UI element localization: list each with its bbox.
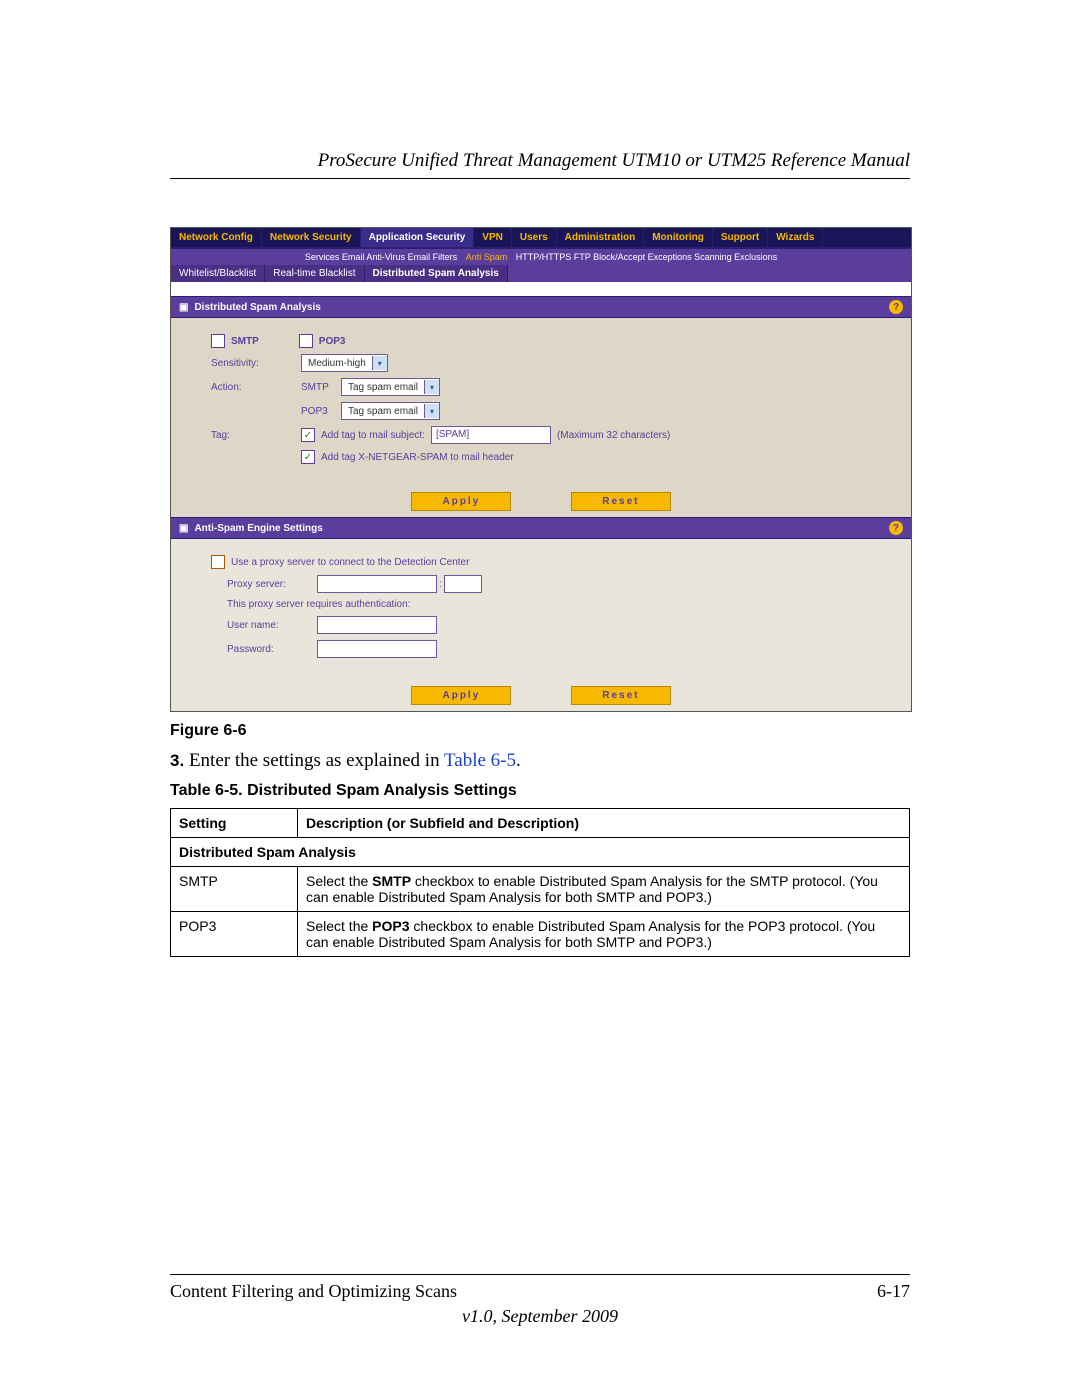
subtab-real-time-blacklist[interactable]: Real-time Blacklist	[265, 265, 364, 282]
subnav-left[interactable]: Services Email Anti-Virus Email Filters	[305, 252, 457, 262]
cell-bold: POP3	[372, 918, 409, 934]
nav-tab-application-security[interactable]: Application Security	[361, 228, 475, 247]
tag-subject-label: Add tag to mail subject:	[321, 430, 425, 441]
doc-title: ProSecure Unified Threat Management UTM1…	[170, 150, 910, 179]
tag-subject-hint: (Maximum 32 characters)	[557, 430, 670, 441]
section-title-engine: Anti-Spam Engine Settings	[194, 523, 322, 534]
proxy-enable-label: Use a proxy server to connect to the Det…	[231, 557, 469, 568]
step-3-end: .	[516, 750, 521, 771]
username-label: User name:	[227, 620, 317, 631]
section-header-engine: ▣ Anti-Spam Engine Settings ?	[171, 517, 911, 539]
nav-tab-network-security[interactable]: Network Security	[262, 228, 361, 247]
password-input[interactable]	[317, 640, 437, 658]
cell-text: Select the	[306, 918, 372, 934]
chevron-down-icon: ▾	[372, 356, 387, 370]
nav-tab-vpn[interactable]: VPN	[474, 228, 512, 247]
sub-tabs: Whitelist/Blacklist Real-time Blacklist …	[171, 265, 911, 282]
proxy-server-input[interactable]	[317, 575, 437, 593]
help-icon[interactable]: ?	[889, 300, 903, 314]
cell-smtp-desc: Select the SMTP checkbox to enable Distr…	[298, 867, 910, 912]
nav-tab-wizards[interactable]: Wizards	[768, 228, 823, 247]
action-smtp-label: SMTP	[301, 382, 341, 393]
button-bar-2: Apply Reset	[171, 680, 911, 711]
nav-tab-users[interactable]: Users	[512, 228, 557, 247]
pop3-label: POP3	[319, 336, 346, 347]
section-title-dsa: Distributed Spam Analysis	[194, 302, 320, 313]
cell-smtp: SMTP	[171, 867, 298, 912]
chevron-down-icon: ▾	[424, 380, 439, 394]
table-6-5-link[interactable]: Table 6-5	[444, 750, 516, 771]
subtab-whitelist-blacklist[interactable]: Whitelist/Blacklist	[171, 265, 265, 282]
cell-text: Select the	[306, 873, 372, 889]
footer-left: Content Filtering and Optimizing Scans	[170, 1281, 457, 1302]
cell-pop3: POP3	[171, 912, 298, 957]
reset-button[interactable]: Reset	[571, 492, 670, 511]
proxy-enable-checkbox[interactable]	[211, 555, 225, 569]
tag-header-checkbox[interactable]: ✓	[301, 450, 315, 464]
settings-table: Setting Description (or Subfield and Des…	[170, 808, 910, 957]
nav-tab-support[interactable]: Support	[713, 228, 768, 247]
proxy-server-label: Proxy server:	[227, 579, 317, 590]
section-row-dsa: Distributed Spam Analysis	[171, 838, 910, 867]
nav-tab-administration[interactable]: Administration	[557, 228, 645, 247]
col-setting: Setting	[171, 809, 298, 838]
action-pop3-select[interactable]: Tag spam email ▾	[341, 402, 440, 420]
subnav-right[interactable]: HTTP/HTTPS FTP Block/Accept Exceptions S…	[516, 252, 777, 262]
pop3-checkbox[interactable]	[299, 334, 313, 348]
action-pop3-value: Tag spam email	[342, 406, 424, 417]
tag-label: Tag:	[211, 430, 301, 441]
tag-header-label: Add tag X-NETGEAR-SPAM to mail header	[321, 452, 514, 463]
subtab-distributed-spam-analysis[interactable]: Distributed Spam Analysis	[365, 265, 508, 282]
footer-version: v1.0, September 2009	[170, 1306, 910, 1327]
action-smtp-value: Tag spam email	[342, 382, 424, 393]
step-3-text: Enter the settings as explained in	[189, 750, 444, 771]
cell-bold: SMTP	[372, 873, 411, 889]
section-header-dsa: ▣ Distributed Spam Analysis ?	[171, 296, 911, 318]
action-label: Action:	[211, 382, 301, 393]
table-row: SMTP Select the SMTP checkbox to enable …	[171, 867, 910, 912]
step-3-number: 3.	[170, 751, 184, 770]
step-3: 3. Enter the settings as explained in Ta…	[170, 750, 910, 772]
tag-subject-checkbox[interactable]: ✓	[301, 428, 315, 442]
smtp-checkbox[interactable]	[211, 334, 225, 348]
proxy-port-input[interactable]	[444, 575, 482, 593]
smtp-label: SMTP	[231, 336, 259, 347]
proxy-auth-label: This proxy server requires authenticatio…	[227, 599, 410, 610]
sensitivity-select[interactable]: Medium-high ▾	[301, 354, 388, 372]
col-description: Description (or Subfield and Description…	[298, 809, 910, 838]
action-pop3-label: POP3	[301, 406, 341, 417]
button-bar-1: Apply Reset	[171, 486, 911, 517]
figure-caption: Figure 6-6	[170, 722, 910, 740]
section-body-engine: Use a proxy server to connect to the Det…	[171, 539, 911, 680]
username-input[interactable]	[317, 616, 437, 634]
table-caption: Table 6-5. Distributed Spam Analysis Set…	[170, 782, 910, 800]
action-smtp-select[interactable]: Tag spam email ▾	[341, 378, 440, 396]
sensitivity-label: Sensitivity:	[211, 358, 301, 369]
apply-button[interactable]: Apply	[411, 492, 511, 511]
reset-button[interactable]: Reset	[571, 686, 670, 705]
nav-tab-network-config[interactable]: Network Config	[171, 228, 262, 247]
top-nav: Network Config Network Security Applicat…	[171, 228, 911, 249]
sub-nav: Services Email Anti-Virus Email Filters …	[171, 249, 911, 265]
footer-right: 6-17	[877, 1281, 910, 1302]
nav-tab-monitoring[interactable]: Monitoring	[644, 228, 713, 247]
cell-pop3-desc: Select the POP3 checkbox to enable Distr…	[298, 912, 910, 957]
help-icon[interactable]: ?	[889, 521, 903, 535]
subnav-active-anti-spam[interactable]: Anti Spam	[466, 252, 508, 262]
tag-subject-input[interactable]: [SPAM]	[431, 426, 551, 444]
chevron-down-icon: ▾	[424, 404, 439, 418]
password-label: Password:	[227, 644, 317, 655]
apply-button[interactable]: Apply	[411, 686, 511, 705]
page-footer: Content Filtering and Optimizing Scans 6…	[170, 1274, 910, 1327]
screenshot-figure: Network Config Network Security Applicat…	[170, 227, 910, 712]
sensitivity-value: Medium-high	[302, 358, 372, 369]
table-row: POP3 Select the POP3 checkbox to enable …	[171, 912, 910, 957]
section-body-dsa: SMTP POP3 Sensitivity: Medium-high ▾ Act…	[171, 318, 911, 486]
